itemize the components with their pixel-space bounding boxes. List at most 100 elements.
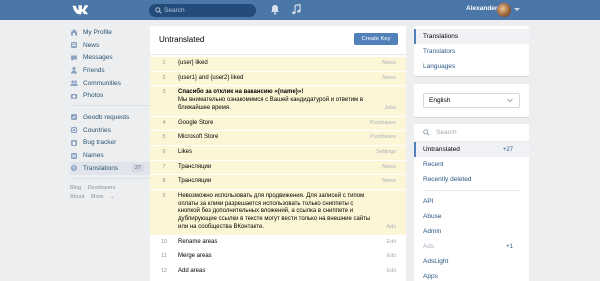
menu-item-languages[interactable]: Languages (414, 59, 529, 74)
row-category: Edit (386, 238, 396, 245)
section-item[interactable]: Apps (414, 269, 529, 281)
row-body: Likes (178, 148, 193, 155)
row-body: {user1} and {user2} liked (178, 74, 244, 81)
table-row[interactable]: 10 Rename areas Edit (150, 236, 406, 251)
sidebar-item-messages[interactable]: Messages (70, 51, 150, 64)
section-item[interactable]: Ads +1 (414, 239, 529, 254)
footer-link-more[interactable]: More ⌄ (91, 194, 120, 200)
main-header: Untranslated Create Key (150, 26, 406, 55)
bell-icon[interactable] (270, 4, 280, 15)
footer-link-developers[interactable]: Developers (88, 185, 116, 191)
sidebar-item-label: Countries (83, 126, 111, 134)
row-category: Ads (386, 223, 396, 230)
table-row[interactable]: 1 {user} liked News (150, 57, 406, 72)
sidebar-item-photos[interactable]: Photos (70, 89, 150, 102)
filter-item[interactable]: Untranslated +27 (414, 142, 529, 157)
translate-icon (70, 164, 78, 172)
top-bar: Alexander (0, 0, 600, 20)
sidebar-item-label: Messages (83, 54, 113, 62)
table-row[interactable]: 11 Merge areas Edit (150, 250, 406, 265)
row-text: {user1} and {user2} liked (178, 72, 406, 86)
row-body: Microsoft Store (178, 134, 219, 141)
vk-logo-icon[interactable] (72, 4, 89, 16)
filter-label: Untranslated (423, 146, 460, 153)
table-row[interactable]: 6 Likes Settings (150, 145, 406, 161)
header-search[interactable] (149, 4, 256, 17)
sidebar-item-label: Photos (83, 92, 104, 100)
key-list: 1 {user} liked News 2 {user1} and {user2} li… (150, 57, 406, 280)
row-text: Add areas (178, 265, 406, 279)
chevron-down-icon[interactable] (514, 8, 520, 11)
footer-link-blog[interactable]: Blog (70, 185, 81, 191)
row-body: Трансляции (178, 163, 212, 170)
row-category: News (382, 74, 396, 81)
filter-item[interactable]: Recently deleted (414, 172, 529, 187)
section-item[interactable]: AdsLight (414, 254, 529, 269)
sidebar-item-label: Translations (83, 164, 119, 172)
row-category: News (382, 60, 396, 66)
row-body: Невозможно использовать для продвижения.… (178, 193, 371, 230)
table-row[interactable]: 5 Microsoft Store Purchases (150, 131, 406, 146)
avatar[interactable] (497, 3, 511, 17)
table-row[interactable]: 12 Add areas Edit (150, 265, 406, 280)
row-category: Purchases (370, 134, 396, 141)
row-category: Jobs (384, 104, 396, 111)
sidebar-divider (70, 177, 150, 179)
row-body: Rename areas (178, 238, 218, 245)
sidebar-item-friends[interactable]: Friends (70, 64, 150, 77)
filter-search-input[interactable] (436, 129, 516, 136)
row-body: Merge areas (178, 253, 212, 260)
globe-icon (70, 126, 78, 134)
section-item[interactable]: API (414, 194, 529, 209)
header-username[interactable]: Alexander (466, 5, 497, 12)
row-category: Purchases (370, 119, 396, 126)
chevron-down-icon (507, 98, 513, 103)
language-select[interactable]: English (423, 93, 520, 108)
table-row[interactable]: 4 Google Store Purchases (150, 116, 406, 132)
section-item[interactable]: Admin (414, 224, 529, 239)
page-title: Untranslated (159, 35, 205, 44)
row-body: Google Store (178, 119, 214, 126)
footer-link-about[interactable]: About (70, 194, 84, 200)
menu-item-translations[interactable]: Translations (414, 29, 529, 44)
sidebar-item-countries[interactable]: Countries (70, 124, 150, 137)
header-search-input[interactable] (164, 5, 252, 16)
filter-card: Untranslated +27 Recent Recently deleted AP… (414, 124, 529, 281)
sidebar-item-news[interactable]: News (70, 39, 150, 52)
row-category: Edit (386, 267, 396, 274)
row-number: 4 (162, 119, 166, 126)
row-category: News (382, 163, 396, 170)
create-key-button[interactable]: Create Key (354, 33, 398, 45)
sidebar-item-geodb[interactable]: Geodb requests (70, 111, 150, 124)
sidebar-item-communities[interactable]: Communities (70, 77, 150, 90)
table-row[interactable]: 2 {user1} and {user2} liked News (150, 71, 406, 87)
row-text: Rename areas (178, 236, 406, 250)
table-row[interactable]: 9 Невозможно использовать для продвижения… (150, 190, 406, 236)
sidebar-divider (70, 105, 150, 107)
sidebar-item-names[interactable]: Names (70, 149, 150, 162)
footer-more-label: More (90, 193, 104, 200)
sidebar-item-label: Names (83, 152, 104, 160)
sidebar-item-translations[interactable]: Translations 27 (70, 161, 150, 175)
row-number: 11 (161, 253, 167, 260)
table-row[interactable]: 8 Трансляции News (150, 175, 406, 191)
table-row[interactable]: 3 Спасибо за отклик на вакансию «{name}»!… (150, 86, 406, 117)
sidebar-item-profile[interactable]: My Profile (70, 26, 150, 39)
music-icon[interactable] (291, 4, 301, 15)
table-row[interactable]: 7 Трансляции News (150, 160, 406, 176)
sidebar-item-label: News (83, 41, 100, 49)
sidebar-item-bugtracker[interactable]: Bug tracker (70, 137, 150, 150)
user-icon (70, 66, 78, 74)
filter-item[interactable]: Recent (414, 157, 529, 172)
filter-label: Recently deleted (423, 176, 472, 183)
translations-count-badge: 27 (131, 163, 144, 172)
right-menu: Translations Translators Languages (414, 26, 529, 76)
filter-search[interactable] (414, 124, 529, 142)
row-number: 12 (160, 267, 168, 274)
menu-item-translators[interactable]: Translators (414, 44, 529, 59)
row-number: 7 (162, 163, 166, 170)
row-number: 8 (162, 178, 166, 185)
section-item[interactable]: Abuse (414, 209, 529, 224)
sidebar: My Profile News Messages Friends Communi… (70, 26, 150, 202)
row-text: Невозможно использовать для продвижения.… (178, 190, 406, 235)
